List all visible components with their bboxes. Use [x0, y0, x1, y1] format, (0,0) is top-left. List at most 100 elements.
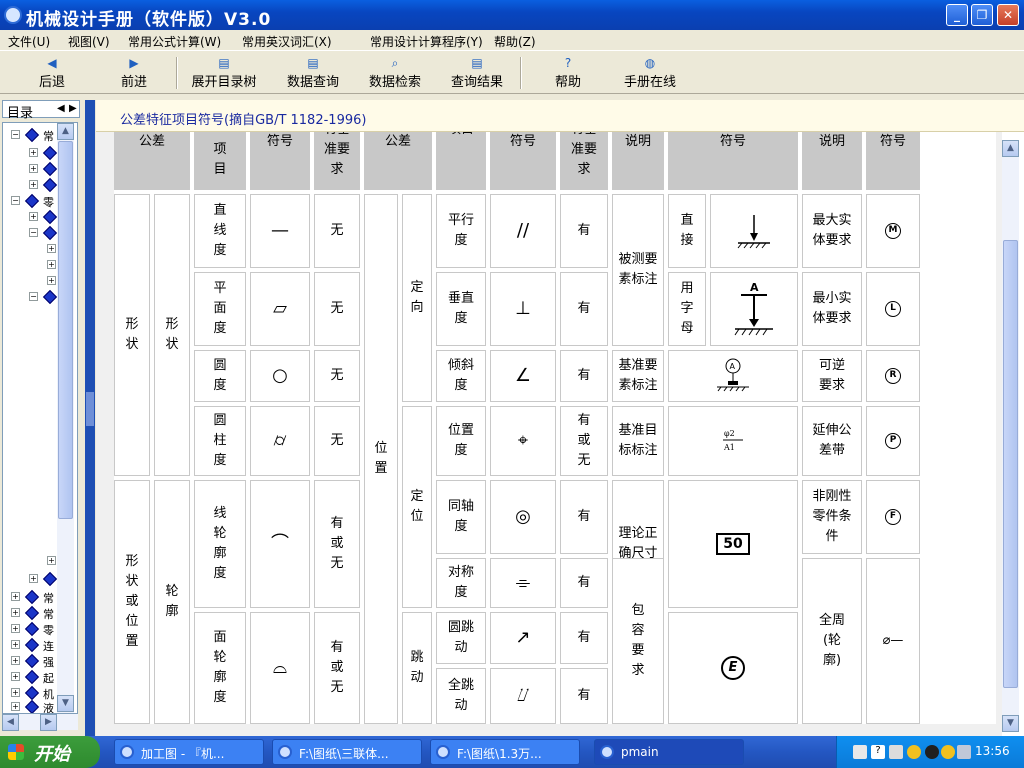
category-cell: 定位 [402, 406, 432, 608]
book-icon [24, 669, 40, 685]
expand-icon[interactable]: + [47, 260, 56, 269]
taskbar-item[interactable]: F:\图纸\三联体... [272, 739, 422, 765]
menu-help[interactable]: 帮助(Z) [494, 33, 536, 50]
tree-node[interactable]: + 液 [3, 699, 63, 713]
book-icon [42, 225, 58, 241]
content-pane: 公差特征项目符号(摘自GB/T 1182-1996) 公差 项目 符号 有基准要… [96, 100, 1024, 736]
tree-node[interactable]: + 强 [3, 653, 63, 669]
help-icon[interactable]: ? [871, 745, 885, 759]
expand-icon[interactable]: + [47, 276, 56, 285]
clock: 13:56 [975, 744, 1010, 758]
item-cell: 同轴度 [436, 480, 486, 554]
pane-splitter[interactable] [85, 100, 95, 736]
back-button[interactable]: ◀ 后退 [20, 53, 84, 93]
expand-icon[interactable]: + [29, 574, 38, 583]
tree-node[interactable]: + 起 [3, 669, 63, 685]
query-results-button[interactable]: ▤ 查询结果 [444, 53, 510, 93]
document-icon: ▤ [307, 56, 319, 70]
speaker-icon[interactable] [907, 745, 921, 759]
scroll-down-icon[interactable]: ▼ [1002, 715, 1019, 732]
windows-logo-icon [8, 744, 24, 760]
collapse-icon[interactable]: − [11, 196, 20, 205]
taskbar-item[interactable]: F:\图纸\1.3万... [430, 739, 580, 765]
qq-penguin-icon[interactable] [925, 745, 939, 759]
tree-scroll-thumb[interactable] [58, 141, 73, 519]
expand-icon[interactable]: + [11, 688, 20, 697]
expand-icon[interactable]: + [29, 212, 38, 221]
collapse-icon[interactable]: − [29, 228, 38, 237]
header-cell: 项目 [436, 132, 486, 190]
tab-right-arrow-icon[interactable]: ▶ [69, 103, 77, 114]
start-button[interactable]: 开始 [0, 736, 100, 768]
scroll-up-icon[interactable]: ▲ [57, 123, 74, 140]
minimize-button[interactable]: _ [946, 4, 968, 26]
requirement-cell: 无 [314, 406, 360, 476]
expand-tree-button[interactable]: ▤ 展开目录树 [184, 53, 264, 93]
scroll-right-icon[interactable]: ▶ [40, 714, 57, 731]
tree-node[interactable]: + 连 [3, 637, 63, 653]
keyboard-icon[interactable] [853, 745, 867, 759]
expand-icon[interactable]: + [11, 592, 20, 601]
tree-node[interactable]: + 零 [3, 621, 63, 637]
arrow-left-icon: ◀ [47, 56, 57, 70]
expand-icon[interactable]: + [29, 180, 38, 189]
expand-icon[interactable]: + [47, 556, 56, 565]
book-icon [24, 699, 40, 713]
symbol-cell: — [250, 194, 310, 268]
taskbar-item-active[interactable]: pmain [594, 739, 744, 765]
scroll-left-icon[interactable]: ◀ [2, 714, 19, 731]
letter-a: A [730, 362, 736, 371]
content-scroll-thumb[interactable] [1003, 240, 1018, 688]
network-icon[interactable] [957, 745, 971, 759]
note-cell: 直接 [668, 194, 706, 268]
content-vertical-scrollbar[interactable]: ▲ ▼ [1002, 140, 1019, 732]
scroll-up-icon[interactable]: ▲ [1002, 140, 1019, 157]
menu-programs[interactable]: 常用设计计算程序(Y) [370, 33, 483, 50]
splitter-grip[interactable] [86, 392, 94, 426]
display-icon[interactable] [889, 745, 903, 759]
desc-cell: 可逆要求 [802, 350, 862, 402]
close-button[interactable]: ✕ [997, 4, 1019, 26]
symbol-cell: ⌰ [490, 668, 556, 724]
requirement-cell: 有 [560, 194, 608, 268]
arrow-right-icon: ▶ [129, 56, 139, 70]
item-cell: 垂直度 [436, 272, 486, 346]
data-query-button[interactable]: ▤ 数据查询 [280, 53, 346, 93]
tree-node[interactable]: − 零 [3, 193, 63, 209]
expand-icon[interactable]: + [11, 656, 20, 665]
expand-icon[interactable]: + [29, 148, 38, 157]
menu-glossary[interactable]: 常用英汉词汇(X) [242, 33, 332, 50]
expand-icon[interactable]: + [11, 672, 20, 681]
expand-icon[interactable]: + [29, 164, 38, 173]
expand-icon[interactable]: + [47, 244, 56, 253]
item-cell: 平面度 [194, 272, 246, 346]
tree-vertical-scrollbar[interactable]: ▲ ▼ [57, 123, 74, 713]
help-button[interactable]: ? 帮助 [536, 53, 600, 93]
scroll-down-icon[interactable]: ▼ [57, 695, 74, 712]
expand-icon[interactable]: + [11, 608, 20, 617]
directory-tree[interactable]: − 常 + + + − 零 + − + + + − + + + 常 + 常 + … [2, 122, 78, 714]
expand-icon[interactable]: + [11, 624, 20, 633]
tree-horizontal-scrollbar[interactable]: ◀ ▶ [2, 714, 78, 731]
collapse-icon[interactable]: − [11, 130, 20, 139]
handbook-online-button[interactable]: ◍ 手册在线 [614, 53, 686, 93]
menu-file[interactable]: 文件(U) [8, 33, 50, 50]
symbol-cell: E [668, 612, 798, 724]
expand-icon[interactable]: + [11, 640, 20, 649]
tree-node[interactable]: + 常 [3, 589, 63, 605]
collapse-icon[interactable]: − [29, 292, 38, 301]
taskbar-item[interactable]: 加工图 - 『机... [114, 739, 264, 765]
sidebar-tab[interactable]: 目录 ◀ ▶ [2, 100, 80, 121]
table-viewport: 公差 项目 符号 有基准要求 公差 项目 符号 有基准要求 说明 符号 说明 符… [96, 132, 1002, 736]
expand-icon[interactable]: + [11, 702, 20, 711]
menu-view[interactable]: 视图(V) [68, 33, 110, 50]
tab-left-arrow-icon[interactable]: ◀ [57, 103, 65, 114]
star-icon[interactable] [941, 745, 955, 759]
data-search-button[interactable]: ⌕ 数据检索 [362, 53, 428, 93]
tree-node[interactable]: − 常 [3, 127, 63, 143]
menu-formula[interactable]: 常用公式计算(W) [128, 33, 221, 50]
forward-button[interactable]: ▶ 前进 [102, 53, 166, 93]
tree-node[interactable]: + 常 [3, 605, 63, 621]
letter-marking-icon: A [734, 281, 773, 336]
maximize-button[interactable]: ❐ [971, 4, 993, 26]
